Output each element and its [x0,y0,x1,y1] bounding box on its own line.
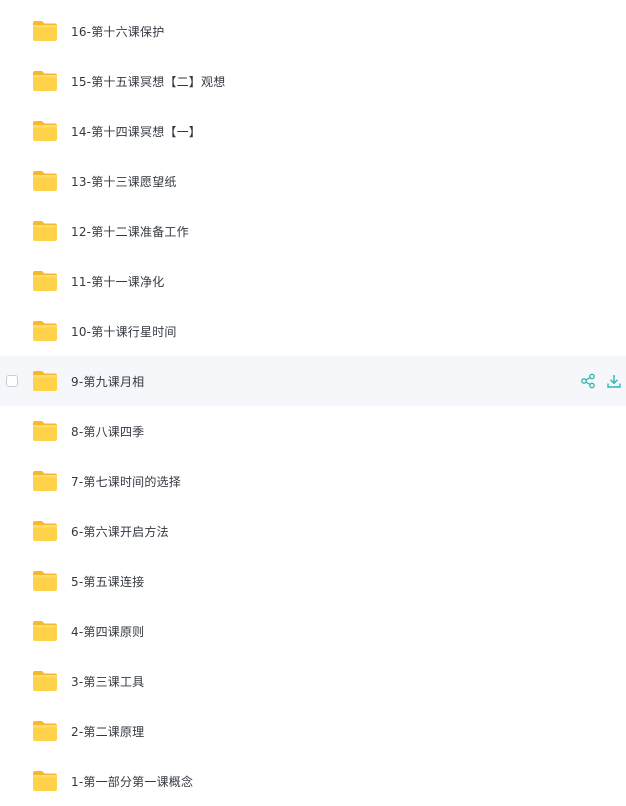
folder-icon [32,270,58,292]
download-icon[interactable] [606,373,622,389]
file-row-6[interactable]: 11-第十一课净化 [0,256,626,306]
file-row-10[interactable]: 7-第七课时间的选择 [0,456,626,506]
file-row-5[interactable]: 12-第十二课准备工作 [0,206,626,256]
folder-icon [32,120,58,142]
folder-icon [32,70,58,92]
folder-icon [32,670,58,692]
file-row-1[interactable]: 16-第十六课保护 [0,6,626,56]
folder-icon [32,170,58,192]
file-name[interactable]: 11-第十一课净化 [71,273,164,290]
folder-icon [32,370,58,392]
folder-icon [32,620,58,642]
file-name[interactable]: 9-第九课月相 [71,373,144,390]
file-name[interactable]: 1-第一部分第一课概念 [71,773,193,790]
folder-icon [32,320,58,342]
folder-icon [32,770,58,792]
file-list: 16-第十六课保护 15-第十五课冥想【二】观想 14-第十四课冥想【一】 13… [0,0,626,791]
file-row-8[interactable]: 9-第九课月相 [0,356,626,406]
file-name[interactable]: 14-第十四课冥想【一】 [71,123,201,140]
file-row-9[interactable]: 8-第八课四季 [0,406,626,456]
folder-icon [32,520,58,542]
file-row-12[interactable]: 5-第五课连接 [0,556,626,606]
folder-icon [32,570,58,592]
share-icon[interactable] [580,373,596,389]
file-row-15[interactable]: 2-第二课原理 [0,706,626,756]
file-name[interactable]: 7-第七课时间的选择 [71,473,181,490]
file-row-4[interactable]: 13-第十三课愿望纸 [0,156,626,206]
file-row-7[interactable]: 10-第十课行星时间 [0,306,626,356]
file-name[interactable]: 10-第十课行星时间 [71,323,177,340]
file-row-16[interactable]: 1-第一部分第一课概念 [0,756,626,806]
folder-icon [32,220,58,242]
file-name[interactable]: 3-第三课工具 [71,673,144,690]
folder-icon [32,720,58,742]
file-name[interactable]: 8-第八课四季 [71,423,144,440]
file-name[interactable]: 6-第六课开启方法 [71,523,169,540]
file-row-2[interactable]: 15-第十五课冥想【二】观想 [0,56,626,106]
row-actions [580,373,622,389]
file-name[interactable]: 13-第十三课愿望纸 [71,173,177,190]
file-row-13[interactable]: 4-第四课原则 [0,606,626,656]
select-checkbox[interactable] [6,375,18,387]
folder-icon [32,470,58,492]
file-row-3[interactable]: 14-第十四课冥想【一】 [0,106,626,156]
folder-icon [32,20,58,42]
file-name[interactable]: 4-第四课原则 [71,623,144,640]
folder-icon [32,420,58,442]
file-name[interactable]: 12-第十二课准备工作 [71,223,189,240]
file-name[interactable]: 16-第十六课保护 [71,23,164,40]
file-name[interactable]: 2-第二课原理 [71,723,144,740]
file-row-11[interactable]: 6-第六课开启方法 [0,506,626,556]
file-name[interactable]: 5-第五课连接 [71,573,144,590]
file-name[interactable]: 15-第十五课冥想【二】观想 [71,73,225,90]
file-row-14[interactable]: 3-第三课工具 [0,656,626,706]
